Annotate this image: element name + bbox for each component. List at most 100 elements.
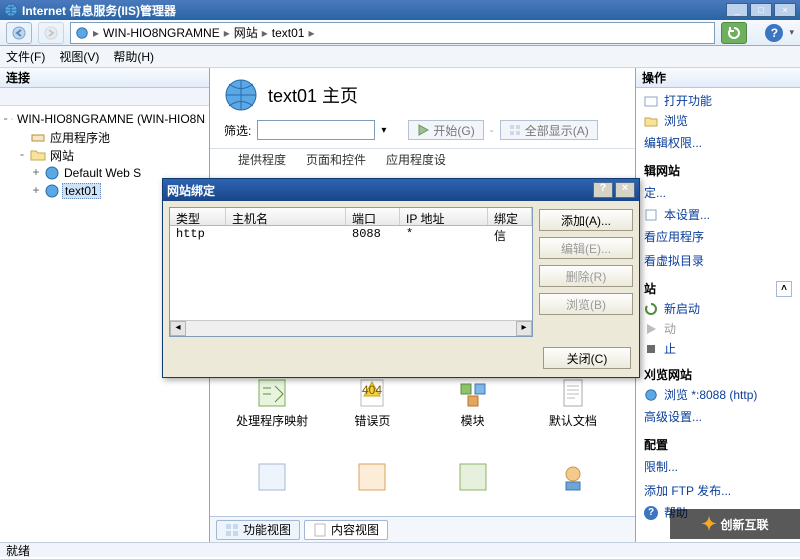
section-configure: 配置 (644, 436, 792, 453)
action-basic-settings[interactable]: 本设置... (664, 206, 710, 223)
feature-item[interactable]: 处理程序映射 (224, 376, 320, 454)
svg-text:404: 404 (362, 383, 382, 397)
col-type[interactable]: 类型 (170, 208, 226, 225)
feature-item[interactable] (425, 460, 521, 516)
action-stop[interactable]: 止 (664, 340, 676, 357)
delete-binding-button[interactable]: 删除(R) (539, 265, 633, 287)
tree-toggle[interactable]: + (30, 184, 42, 198)
feature-item[interactable] (525, 460, 621, 516)
breadcrumb[interactable]: ▸ WIN-HIO8NGRAMNE ▸ 网站 ▸ text01 ▸ (70, 22, 715, 44)
action-restart[interactable]: 新启动 (664, 300, 700, 317)
feature-item[interactable]: 模块 (425, 376, 521, 454)
dialog-help-button[interactable]: ? (593, 182, 613, 198)
horizontal-scrollbar[interactable]: ◂ ▸ (170, 320, 532, 336)
menu-view[interactable]: 视图(V) (59, 48, 99, 65)
menu-file[interactable]: 文件(F) (6, 48, 45, 65)
col-ip[interactable]: IP 地址 (400, 208, 488, 225)
bindings-list[interactable]: 类型 主机名 端口 IP 地址 绑定信 http 8088 * ◂ ▸ (169, 207, 533, 337)
action-limits[interactable]: 限制... (644, 456, 792, 477)
dialog-close-action-button[interactable]: 关闭(C) (543, 347, 631, 369)
feature-grid: 处理程序映射 404 错误页 模块 默认文档 (210, 368, 635, 516)
action-start[interactable]: 动 (664, 320, 676, 337)
forward-button[interactable] (38, 22, 64, 44)
tree-default-site[interactable]: Default Web S (62, 166, 143, 180)
content-view-tab[interactable]: 内容视图 (304, 520, 388, 540)
close-button[interactable]: × (774, 3, 796, 17)
tree-toggle[interactable]: - (2, 112, 9, 126)
connections-toolbar[interactable] (0, 88, 209, 106)
action-add-ftp[interactable]: 添加 FTP 发布... (644, 480, 792, 501)
features-view-icon (225, 523, 239, 537)
binding-row[interactable]: http 8088 * (170, 226, 532, 244)
filter-toolbar: 筛选: ▾ 开始(G) - 全部显示(A) (210, 116, 635, 149)
tree-server[interactable]: WIN-HIO8NGRAMNE (WIN-HIO8N (15, 112, 207, 126)
back-icon (12, 26, 26, 40)
server-node-icon (11, 111, 13, 127)
filter-combo[interactable] (257, 120, 375, 140)
help-dropdown-icon[interactable]: ▾ (789, 27, 794, 38)
action-edit-permissions[interactable]: 编辑权限... (644, 132, 792, 153)
browse-icon (644, 388, 658, 402)
action-explore[interactable]: 浏览 (664, 112, 688, 129)
back-button[interactable] (6, 22, 32, 44)
scroll-left-icon[interactable]: ◂ (170, 321, 186, 336)
tree-apppools[interactable]: 应用程序池 (48, 129, 112, 146)
tree-text01-site[interactable]: text01 (62, 183, 101, 199)
feature-item[interactable] (324, 460, 420, 516)
action-bindings[interactable]: 定... (644, 182, 792, 203)
feature-item[interactable]: 404 错误页 (324, 376, 420, 454)
explorer-icon (644, 114, 658, 128)
features-view-tab[interactable]: 功能视图 (216, 520, 300, 540)
site-icon (44, 165, 60, 181)
restart-icon (644, 302, 658, 316)
collapse-icon[interactable]: ˄ (776, 281, 792, 297)
action-open-feature[interactable]: 打开功能 (664, 92, 712, 109)
status-text: 就绪 (6, 542, 30, 559)
breadcrumb-host: WIN-HIO8NGRAMNE (103, 26, 220, 40)
tree-toggle[interactable]: - (16, 148, 28, 162)
menu-help[interactable]: 帮助(H) (113, 48, 154, 65)
tree-sites[interactable]: 网站 (48, 147, 76, 164)
forward-icon (44, 26, 58, 40)
group-label: 提供程度 (238, 151, 286, 168)
window-titlebar: Internet 信息服务(IIS)管理器 _ □ × (0, 0, 800, 20)
filter-dropdown-icon[interactable]: ▾ (381, 125, 386, 136)
action-advanced[interactable]: 高级设置... (644, 406, 792, 427)
dialog-close-button[interactable]: × (615, 182, 635, 198)
scroll-right-icon[interactable]: ▸ (516, 321, 532, 336)
help-icon: ? (644, 506, 658, 520)
status-bar: 就绪 (0, 542, 800, 557)
action-browse-8088[interactable]: 浏览 *:8088 (http) (664, 386, 757, 403)
section-edit-site: 辑网站 (644, 162, 792, 179)
col-binding[interactable]: 绑定信 (488, 208, 532, 225)
add-binding-button[interactable]: 添加(A)... (539, 209, 633, 231)
watermark: ✦创新互联 (670, 509, 800, 539)
feature-item[interactable]: 默认文档 (525, 376, 621, 454)
group-label: 页面和控件 (306, 151, 366, 168)
menu-bar: 文件(F) 视图(V) 帮助(H) (0, 46, 800, 68)
actions-pane: 操作 打开功能 浏览 编辑权限... 辑网站 定... 本设置... 看应用程序… (636, 68, 800, 542)
group-label: 应用程度设 (386, 151, 446, 168)
refresh-button[interactable] (721, 22, 747, 44)
error-pages-icon: 404 (355, 376, 389, 410)
connections-header: 连接 (0, 68, 209, 88)
action-view-apps[interactable]: 看应用程序 (644, 226, 792, 247)
edit-binding-button[interactable]: 编辑(E)... (539, 237, 633, 259)
browse-binding-button[interactable]: 浏览(B) (539, 293, 633, 315)
minimize-button[interactable]: _ (726, 3, 748, 17)
modules-icon (456, 376, 490, 410)
start-button[interactable]: 开始(G) (408, 120, 483, 140)
action-view-vdirs[interactable]: 看虚拟目录 (644, 250, 792, 271)
feature-item[interactable] (224, 460, 320, 516)
maximize-button[interactable]: □ (750, 3, 772, 17)
help-button[interactable]: ? (765, 24, 783, 42)
dialog-titlebar[interactable]: 网站绑定 ? × (163, 179, 639, 201)
content-view-icon (313, 523, 327, 537)
address-bar: ▸ WIN-HIO8NGRAMNE ▸ 网站 ▸ text01 ▸ ? ▾ (0, 20, 800, 46)
col-host[interactable]: 主机名 (226, 208, 346, 225)
iis-icon (4, 3, 18, 17)
show-all-button[interactable]: 全部显示(A) (500, 120, 598, 140)
breadcrumb-sites: 网站 (234, 24, 258, 41)
tree-toggle[interactable]: + (30, 166, 42, 180)
col-port[interactable]: 端口 (346, 208, 400, 225)
